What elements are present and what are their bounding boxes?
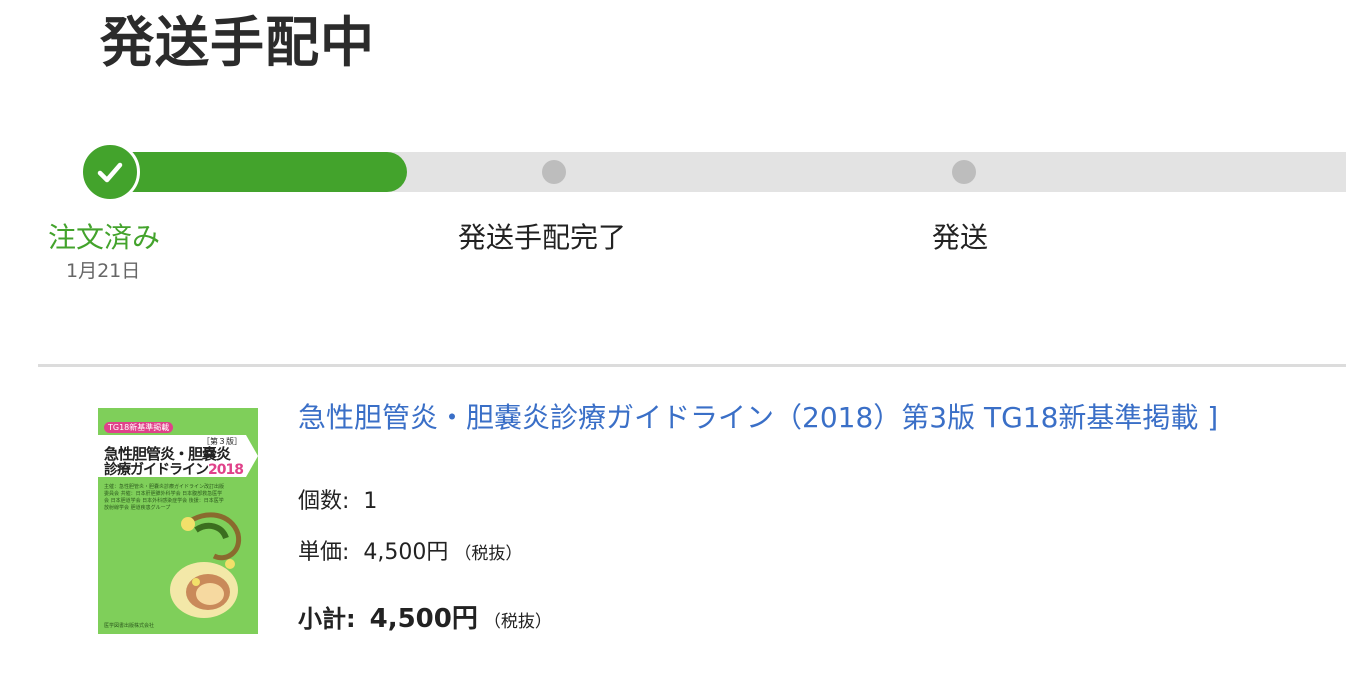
gallbladder-illustration-icon <box>170 512 242 618</box>
progress-fill <box>110 152 407 192</box>
checkmark-icon <box>97 162 123 183</box>
subtotal-row: 小計: 4,500円 （税抜） <box>298 604 552 637</box>
subtotal-label: 小計: <box>298 605 356 633</box>
step-2-label: 発送手配完了 <box>458 221 627 254</box>
cover-publisher: 医学図書出版株式会社 <box>104 623 155 629</box>
cover-year: 2018 <box>208 462 244 478</box>
unit-price-tax-note: （税抜） <box>454 544 523 564</box>
book-cover-image[interactable]: TG18新基準掲載 ［第３版］ 急性胆管炎・胆嚢炎 診療ガイドライン2018 主… <box>98 408 258 634</box>
section-divider <box>38 364 1346 367</box>
step-3-dot-icon <box>952 160 976 184</box>
quantity-value: 1 <box>363 489 378 514</box>
subtotal-value: 4,500円 <box>369 604 478 634</box>
subtotal-tax-note: （税抜） <box>483 612 552 632</box>
unit-price-row: 単価: 4,500円 （税抜） <box>298 538 522 569</box>
order-status-page: 発送手配中 注文済み 1月21日 発送手配完了 発送 TG18新基準掲載 ［第３… <box>0 0 1346 694</box>
quantity-row: 個数: 1 <box>298 487 377 517</box>
cover-tag: TG18新基準掲載 <box>104 422 174 433</box>
cover-title-line2: 診療ガイドライン2018 <box>104 459 244 479</box>
step-3-label: 発送 <box>932 221 989 254</box>
product-title-link[interactable]: 急性胆管炎・胆嚢炎診療ガイドライン（2018）第3版 TG18新基準掲載 ] <box>298 400 1338 436</box>
step-2-dot-icon <box>542 160 566 184</box>
quantity-label: 個数: <box>298 489 350 514</box>
step-1-label: 注文済み <box>48 221 161 254</box>
unit-price-label: 単価: <box>298 540 350 565</box>
step-1-date: 1月21日 <box>66 260 141 282</box>
cover-title-line2-text: 診療ガイドライン <box>104 462 209 478</box>
page-title: 発送手配中 <box>100 11 375 74</box>
step-completed-check-icon <box>80 142 140 202</box>
unit-price-value: 4,500円 <box>363 540 449 565</box>
